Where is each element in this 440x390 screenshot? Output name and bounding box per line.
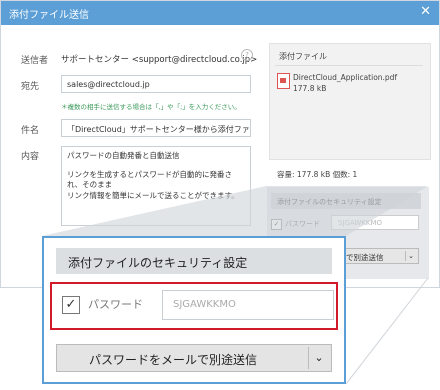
subject-label: 件名: [21, 126, 40, 136]
password-checkbox-small[interactable]: ✓: [271, 219, 282, 230]
password-input[interactable]: SJGAWKKMO: [162, 290, 334, 320]
body-line: [67, 162, 245, 170]
body-line: パスワードの自動発番と自動送信: [67, 151, 180, 160]
zoom-callout-line: [345, 277, 429, 385]
security-title-small: 添付ファイルのセキュリティ設定: [271, 193, 421, 209]
help-icon[interactable]: ?: [241, 49, 253, 61]
password-input-small[interactable]: SJGAWKKMO: [331, 215, 419, 230]
dialog-titlebar: 添付ファイル送信 ✕: [1, 1, 439, 25]
close-icon[interactable]: ✕: [420, 4, 431, 19]
sender-value: サポートセンター <support@directcloud.co.jp>: [61, 55, 258, 65]
pdf-file-icon: [277, 73, 290, 89]
dialog-title: 添付ファイル送信: [9, 10, 89, 21]
attachment-stats: 容量: 177.8 kB 個数: 1: [277, 170, 358, 179]
password-checkbox[interactable]: ✓: [62, 296, 80, 314]
send-password-label-small: で別途送信: [346, 253, 384, 262]
send-password-button[interactable]: パスワードをメールで別途送信 ⌄: [56, 344, 332, 372]
body-textarea[interactable]: パスワードの自動発番と自動送信 リンクを生成するとパスワードが自動的に発番され、…: [61, 146, 251, 226]
security-zoom-callout: 添付ファイルのセキュリティ設定 ✓ パスワード SJGAWKKMO パスワードを…: [42, 236, 346, 384]
to-input[interactable]: sales@directcloud.jp: [61, 75, 251, 93]
password-row-highlight: ✓ パスワード SJGAWKKMO: [50, 282, 338, 330]
sender-label: 送信者: [21, 56, 49, 66]
attachment-file-size: 177.8 kB: [293, 84, 327, 93]
password-label-small: パスワード: [285, 220, 320, 228]
chevron-down-icon[interactable]: ⌄: [405, 251, 416, 261]
divider: [275, 65, 423, 66]
to-hint: ＊複数の相手に送信する場合は「,」や「;」を入力ください。: [61, 103, 241, 111]
body-line: リンクを生成するとパスワードが自動的に発番され、そのまま: [67, 169, 232, 190]
attachment-file-name[interactable]: DirectCloud_Application.pdf: [293, 73, 397, 82]
body-line: リンク情報を簡単にメールで送ることができます。: [67, 190, 239, 200]
password-label: パスワード: [88, 298, 143, 311]
send-password-label: パスワードをメールで別途送信: [89, 353, 258, 367]
chevron-down-icon[interactable]: ⌄: [308, 347, 329, 369]
subject-input[interactable]: 「DirectCloud」サポートセンター様から添付ファイル: [61, 119, 251, 137]
attachment-header: 添付ファイル: [279, 52, 327, 61]
security-title: 添付ファイルのセキュリティ設定: [56, 248, 332, 274]
body-label: 内容: [21, 152, 40, 162]
to-label: 宛先: [21, 82, 40, 92]
send-password-button-small[interactable]: で別途送信 ⌄: [341, 248, 419, 264]
